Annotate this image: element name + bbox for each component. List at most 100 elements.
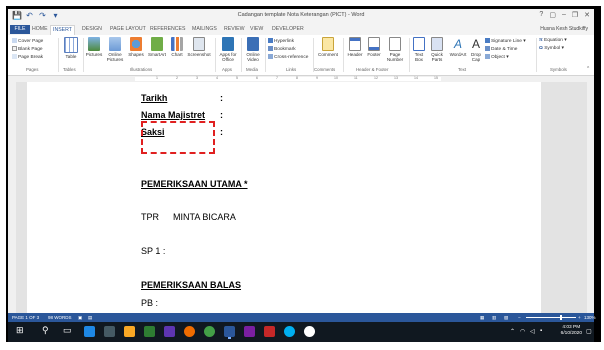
ruler-number: 9 <box>316 76 318 80</box>
network-icon[interactable]: ◠ <box>520 328 525 335</box>
cover-page-button[interactable]: Cover Page <box>12 38 43 44</box>
shapes-icon <box>130 37 142 51</box>
bookmark-button[interactable]: Bookmark <box>268 46 296 52</box>
zoom-slider-thumb[interactable] <box>560 315 562 320</box>
proofing-icon[interactable]: ▣ <box>78 315 82 321</box>
bookmark-icon <box>268 46 273 51</box>
word-count[interactable]: 98 WORDS <box>48 315 72 320</box>
document-page[interactable]: Tarikh : Nama Majistret : Saksi : PEMERI… <box>27 82 541 313</box>
macro-icon[interactable]: ▤ <box>88 315 92 321</box>
file-explorer-icon[interactable] <box>124 326 135 337</box>
zoom-level[interactable]: 130% <box>584 315 596 320</box>
vertical-scrollbar[interactable] <box>587 82 594 313</box>
tab-references[interactable]: REFERENCES <box>148 25 187 34</box>
ribbon-insert: Cover Page Blank Page Page Break Pages T… <box>8 35 594 76</box>
table-label: Table <box>65 54 77 59</box>
online-pictures-label: Online Pictures <box>106 52 124 62</box>
table-button[interactable]: Table <box>62 37 80 59</box>
drop-cap-button[interactable]: A Drop Cap <box>469 37 483 62</box>
app-icon[interactable] <box>304 326 315 337</box>
tab-design[interactable]: DESIGN <box>80 25 104 34</box>
chrome-icon[interactable] <box>204 326 215 337</box>
tab-file[interactable]: FILE <box>10 25 30 34</box>
shapes-button[interactable]: Shapes <box>128 37 144 57</box>
comment-button[interactable]: Comment <box>316 37 340 57</box>
skype-icon[interactable] <box>284 326 295 337</box>
user-account[interactable]: Husna Kesh Studkiffy <box>540 26 588 32</box>
tab-mailings[interactable]: MAILINGS <box>190 25 219 34</box>
page-break-icon <box>12 54 17 59</box>
signature-line-button[interactable]: Signature Line ▾ <box>485 38 526 44</box>
store-icon[interactable] <box>104 326 115 337</box>
hyperlink-button[interactable]: Hyperlink <box>268 38 294 44</box>
system-clock[interactable]: 4:03 PM 6/10/2020 <box>561 325 582 337</box>
read-mode-icon[interactable]: ▦ <box>480 315 484 321</box>
page-break-button[interactable]: Page Break <box>12 54 43 60</box>
ruler-number: 5 <box>236 76 238 80</box>
text-box-button[interactable]: Text Box <box>412 37 426 62</box>
chart-button[interactable]: Chart <box>170 37 184 57</box>
app-icon[interactable] <box>264 326 275 337</box>
header-button[interactable]: Header <box>346 37 364 57</box>
print-layout-icon[interactable]: ▥ <box>492 315 496 321</box>
search-icon[interactable]: ⚲ <box>42 325 49 336</box>
zoom-in-icon[interactable]: + <box>578 315 581 320</box>
minimize-button[interactable]: – <box>562 11 566 19</box>
quick-parts-button[interactable]: Quick Parts <box>428 37 446 62</box>
pictures-button[interactable]: Pictures <box>85 37 103 57</box>
wordart-label: WordArt <box>449 52 467 57</box>
close-button[interactable]: ✕ <box>584 11 590 19</box>
screenshot-button[interactable]: Screenshot <box>186 37 212 57</box>
group-comments: Comments <box>314 67 336 72</box>
restore-button[interactable]: ❐ <box>572 11 578 19</box>
tarikh-label: Tarikh <box>141 93 168 103</box>
tab-page-layout[interactable]: PAGE LAYOUT <box>108 25 148 34</box>
equation-button[interactable]: π Equation ▾ <box>539 38 567 43</box>
app-icon[interactable] <box>244 326 255 337</box>
cross-reference-button[interactable]: Cross-reference <box>268 54 308 60</box>
symbol-button[interactable]: Ω Symbol ▾ <box>539 46 564 51</box>
page-number-icon <box>389 37 401 51</box>
vertical-ruler[interactable] <box>8 82 16 313</box>
task-view-icon[interactable]: ▭ <box>63 325 72 336</box>
page-count[interactable]: PAGE 1 OF 3 <box>12 315 39 320</box>
web-layout-icon[interactable]: ▧ <box>504 315 508 321</box>
windows-start-icon[interactable]: ⊞ <box>16 325 24 336</box>
object-button[interactable]: Object ▾ <box>485 54 509 60</box>
date-time-button[interactable]: Date & Time <box>485 46 517 52</box>
online-pictures-button[interactable]: Online Pictures <box>105 37 125 62</box>
footer-button[interactable]: Footer <box>366 37 382 57</box>
notifications-icon[interactable]: ▢ <box>586 328 592 335</box>
blank-page-button[interactable]: Blank Page <box>12 46 43 52</box>
tab-insert[interactable]: INSERT <box>50 25 75 35</box>
tab-review[interactable]: REVIEW <box>222 25 246 34</box>
ruler-number: 13 <box>394 76 398 80</box>
smartart-button[interactable]: SmartArt <box>146 37 168 57</box>
language-icon[interactable]: ▪ <box>540 328 542 334</box>
zoom-out-icon[interactable]: − <box>518 315 521 320</box>
page-number-button[interactable]: Page Number <box>384 37 406 62</box>
app-icon[interactable] <box>164 326 175 337</box>
excel-icon[interactable] <box>144 326 155 337</box>
help-button[interactable]: ? <box>539 11 543 19</box>
divider <box>409 38 410 72</box>
divider <box>83 38 84 72</box>
group-media: Media <box>246 67 258 72</box>
word-taskbar-icon[interactable] <box>224 326 235 337</box>
clock-date: 6/10/2020 <box>560 331 582 336</box>
hyperlink-label: Hyperlink <box>274 38 294 44</box>
wordart-button[interactable]: A WordArt <box>448 37 468 57</box>
apps-for-office-button[interactable]: Apps for Office <box>217 37 239 62</box>
volume-icon[interactable]: ◁ <box>530 328 535 335</box>
online-video-button[interactable]: Online Video <box>243 37 263 62</box>
highlight-box <box>141 121 215 154</box>
zoom-slider[interactable] <box>526 317 576 318</box>
firefox-icon[interactable] <box>184 326 195 337</box>
tab-developer[interactable]: DEVELOPER <box>270 25 306 34</box>
collapse-ribbon-icon[interactable]: ⌃ <box>586 67 590 72</box>
tab-home[interactable]: HOME <box>30 25 50 34</box>
tray-chevron-icon[interactable]: ⌃ <box>510 328 515 335</box>
tab-view[interactable]: VIEW <box>248 25 265 34</box>
edge-icon[interactable] <box>84 326 95 337</box>
ribbon-display-button[interactable]: ▢ <box>549 11 556 19</box>
